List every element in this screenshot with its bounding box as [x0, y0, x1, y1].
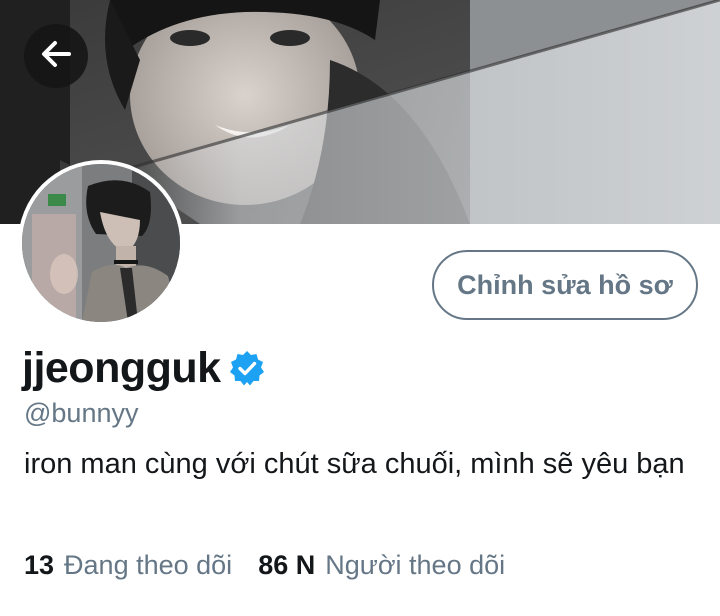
following-count: 13: [24, 550, 55, 580]
following-label: Đang theo dõi: [64, 550, 233, 580]
verified-badge-icon: [229, 350, 265, 386]
profile-bio: iron man cùng với chút sữa chuối, mình s…: [24, 448, 685, 480]
edit-profile-label: Chỉnh sửa hồ sơ: [457, 269, 673, 300]
edit-profile-button[interactable]: Chỉnh sửa hồ sơ: [432, 250, 698, 320]
avatar[interactable]: [22, 164, 180, 322]
avatar-ring: [18, 160, 184, 326]
display-name-row: jjeongguk: [22, 340, 265, 396]
profile-page: Chỉnh sửa hồ sơ jjeongguk @bunnyy iron m…: [0, 0, 720, 616]
arrow-left-icon: [39, 37, 73, 76]
followers-stat[interactable]: 86 N Người theo dõi: [258, 550, 505, 581]
following-stat[interactable]: 13 Đang theo dõi: [24, 550, 232, 581]
profile-stats: 13 Đang theo dõi 86 N Người theo dõi: [24, 550, 505, 581]
followers-label: Người theo dõi: [325, 550, 506, 580]
followers-count: 86 N: [258, 550, 316, 580]
back-button[interactable]: [24, 24, 88, 88]
display-name: jjeongguk: [22, 343, 221, 392]
user-handle: @bunnyy: [24, 398, 139, 428]
